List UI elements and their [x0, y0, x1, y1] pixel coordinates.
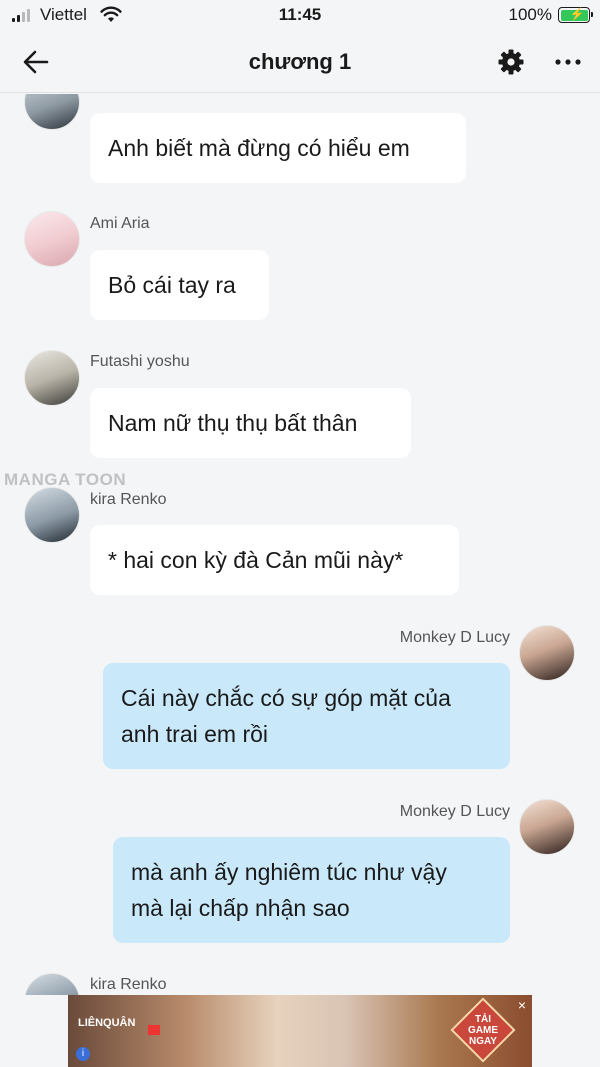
sender-name: Ami Aria [90, 215, 150, 232]
info-icon[interactable]: i [76, 1047, 90, 1061]
message-bubble[interactable]: Nam nữ thụ thụ bất thân [90, 388, 411, 458]
message-bubble[interactable]: Bỏ cái tay ra [90, 250, 269, 320]
ad-cta-line: GAME [468, 1024, 498, 1036]
ad-download-button[interactable]: TẢI GAME NGAY [450, 997, 516, 1063]
avatar[interactable] [24, 973, 80, 995]
avatar[interactable] [519, 625, 575, 681]
watermark: MANGA TOON [4, 470, 127, 489]
avatar[interactable] [24, 350, 80, 406]
message-text: Bỏ cái tay ra [108, 272, 236, 298]
nav-bar: chương 1 [0, 30, 600, 93]
battery-percentage: 100% [508, 5, 552, 24]
message-bubble[interactable]: Anh biết mà đừng có hiểu em [90, 113, 466, 183]
battery-icon: ⚡ [558, 7, 593, 23]
message-text-line: mà lại chấp nhận sao [131, 895, 350, 921]
sender-name: kira Renko [90, 976, 167, 993]
message-text-line: mà anh ấy nghiêm túc như vậy [131, 859, 447, 885]
more-icon[interactable] [552, 47, 584, 77]
gear-icon[interactable] [496, 47, 526, 77]
avatar[interactable] [519, 799, 575, 855]
chat-list[interactable]: Anh biết mà đừng có hiểu em Ami Aria Bỏ … [0, 94, 600, 995]
message-bubble-me[interactable]: Cái này chắc có sự góp mặt của anh trai … [103, 663, 510, 769]
avatar[interactable] [24, 211, 80, 267]
message-bubble[interactable]: * hai con kỳ đà Cản mũi này* [90, 525, 459, 595]
sender-name: Monkey D Lucy [399, 629, 510, 646]
message-text-line: Cái này chắc có sự góp mặt của [121, 685, 451, 711]
ad-cta-line: NGAY [469, 1035, 497, 1047]
message-text: Anh biết mà đừng có hiểu em [108, 135, 410, 161]
sender-name: kira Renko [90, 491, 167, 508]
message-bubble-me[interactable]: mà anh ấy nghiêm túc như vậy mà lại chấp… [113, 837, 510, 943]
ad-play-icon [148, 1025, 160, 1035]
sender-name: Monkey D Lucy [399, 803, 510, 820]
ad-cta-line: TẢI [474, 1013, 492, 1025]
message-text-line: anh trai em rồi [121, 721, 269, 747]
message-text: * hai con kỳ đà Cản mũi này* [108, 547, 404, 573]
avatar[interactable] [24, 94, 80, 130]
sender-name: Futashi yoshu [90, 353, 190, 370]
message-text: Nam nữ thụ thụ bất thân [108, 410, 358, 436]
ad-banner[interactable]: LIÊNQUÂN TẢI GAME NGAY × i [68, 995, 532, 1067]
avatar[interactable] [24, 487, 80, 543]
close-icon[interactable]: × [518, 997, 526, 1013]
ad-brand-logo: LIÊNQUÂN [78, 1017, 136, 1029]
status-bar: Viettel 11:45 100% ⚡ [0, 0, 600, 30]
